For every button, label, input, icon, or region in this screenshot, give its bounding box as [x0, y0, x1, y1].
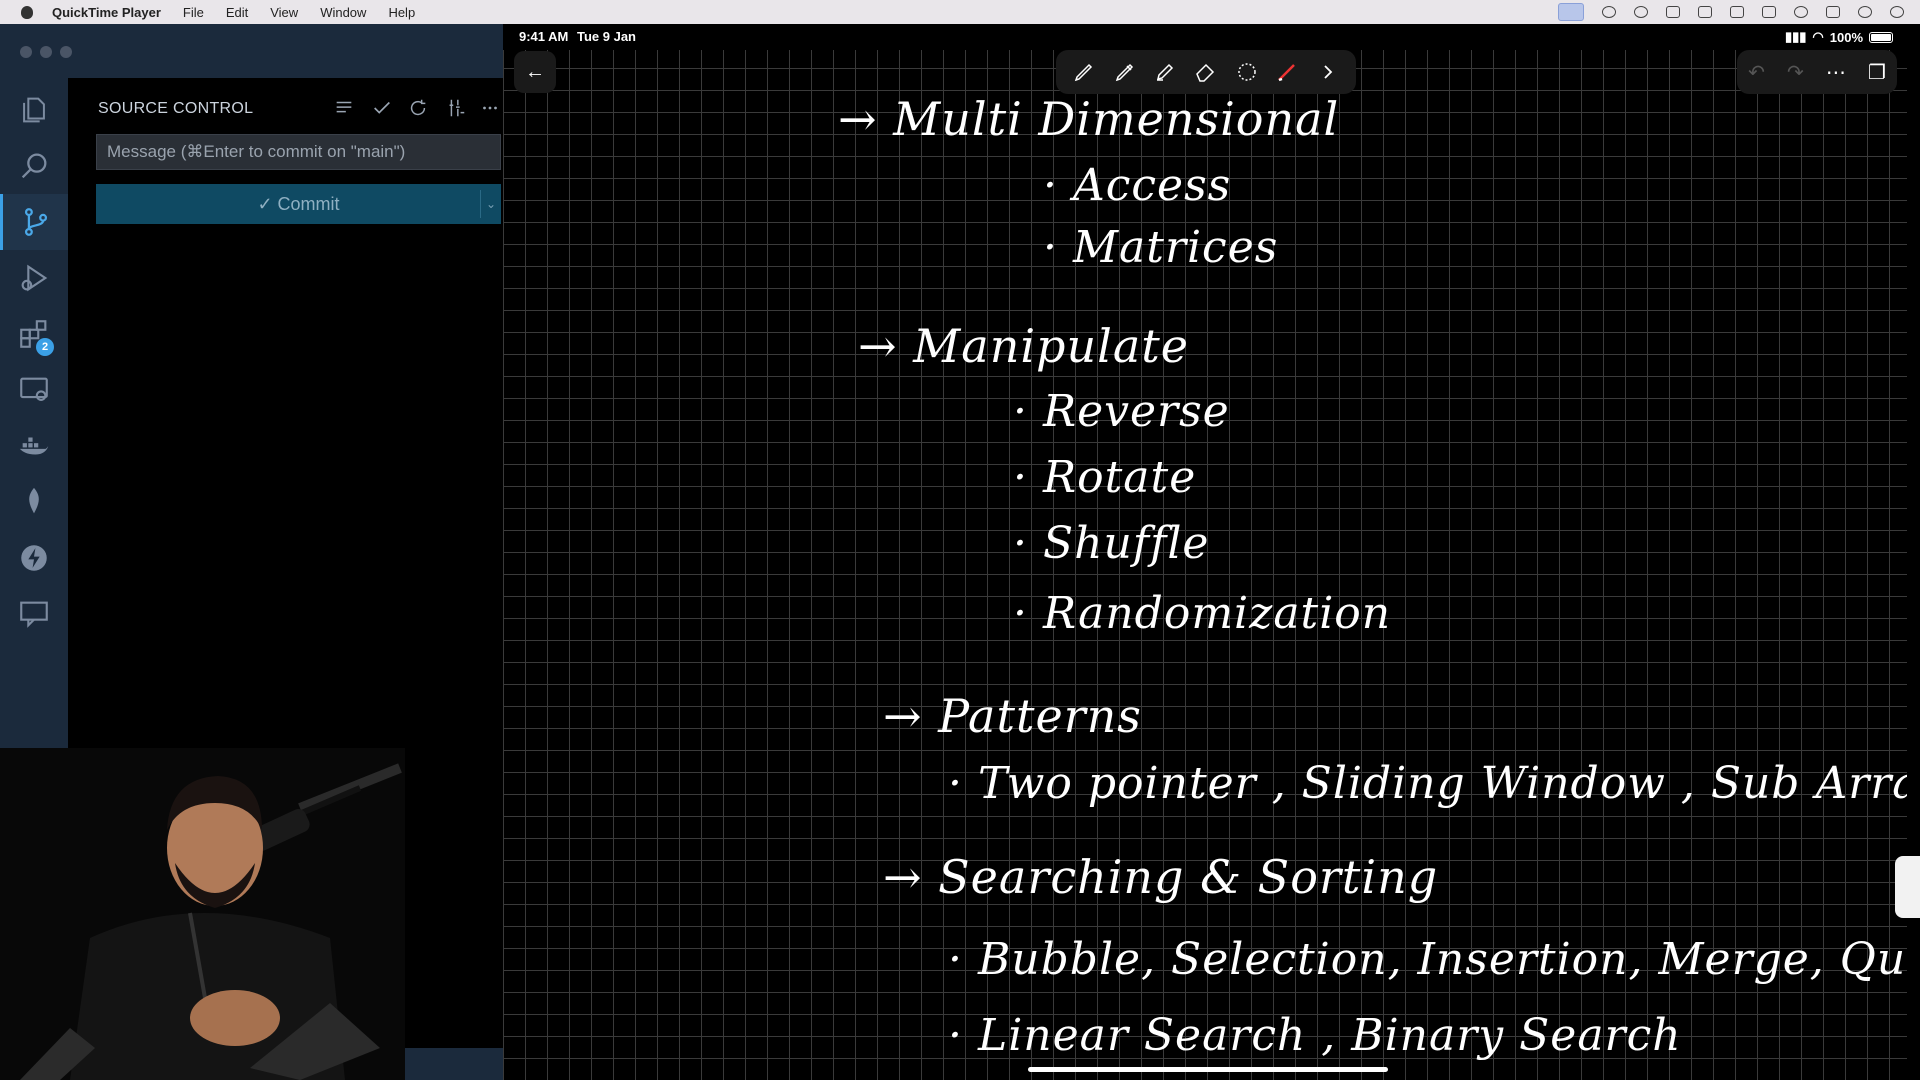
creative-cloud-icon[interactable] [1602, 6, 1616, 18]
note-reverse: · Reverse [1013, 386, 1230, 437]
commit-button-label: ✓ Commit [257, 193, 340, 214]
menu-edit[interactable]: Edit [226, 5, 248, 20]
bluetooth-icon[interactable] [1730, 6, 1744, 18]
note-shuffle: · Shuffle [1013, 518, 1210, 569]
minimize-button[interactable] [40, 46, 52, 58]
branch-graph-icon[interactable] [444, 96, 468, 120]
note-access: · Access [1043, 160, 1232, 211]
display-icon[interactable] [1762, 6, 1776, 18]
note-patterns: → Patterns [883, 689, 1142, 743]
menu-bar: QuickTime Player File Edit View Window H… [0, 0, 1920, 24]
home-indicator[interactable] [1028, 1067, 1388, 1072]
zoom-button[interactable] [60, 46, 72, 58]
control-center-icon[interactable] [1826, 6, 1840, 18]
screen-mirroring-icon[interactable] [1558, 3, 1584, 21]
note-searching-sorting: → Searching & Sorting [883, 850, 1439, 904]
note-multi-dimensional: → Multi Dimensional [838, 92, 1340, 146]
commit-message-input[interactable] [96, 134, 501, 170]
panel-title: SOURCE CONTROL [98, 100, 254, 117]
comments-icon[interactable] [0, 586, 68, 642]
notion-icon[interactable] [1666, 6, 1680, 18]
remote-explorer-icon[interactable] [0, 362, 68, 418]
menu-window[interactable]: Window [320, 5, 366, 20]
explorer-icon[interactable] [0, 82, 68, 138]
note-manipulate: → Manipulate [858, 319, 1189, 373]
clock-icon[interactable] [1890, 6, 1904, 18]
mongodb-leaf-icon[interactable] [0, 474, 68, 530]
note-matrices: · Matrices [1043, 222, 1279, 273]
refresh-icon[interactable] [406, 96, 430, 120]
commit-check-icon[interactable] [370, 96, 394, 120]
chevron-down-icon[interactable]: ⌄ [481, 184, 501, 224]
close-button[interactable] [20, 46, 32, 58]
grid-icon[interactable] [1698, 6, 1712, 18]
docker-icon[interactable] [0, 418, 68, 474]
thunder-client-icon[interactable] [0, 530, 68, 586]
extensions-icon[interactable]: 2 [0, 306, 68, 362]
run-debug-icon[interactable] [0, 250, 68, 306]
note-rotate: · Rotate [1013, 452, 1197, 503]
menu-file[interactable]: File [183, 5, 204, 20]
title-bar [0, 24, 505, 78]
extensions-badge: 2 [36, 338, 54, 356]
presenter-video [0, 748, 405, 1080]
wifi-icon[interactable] [1794, 6, 1808, 18]
note-patterns-list: · Two pointer , Sliding Window , Sub Arr… [948, 758, 1907, 809]
handwritten-notes: → Multi Dimensional · Access · Matrices … [503, 24, 1907, 1080]
search-icon[interactable] [0, 138, 68, 194]
menu-view[interactable]: View [270, 5, 298, 20]
siri-icon[interactable] [1858, 6, 1872, 18]
app-menu[interactable]: QuickTime Player [52, 5, 161, 20]
ipad-screen: 9:41 AM Tue 9 Jan ▮▮▮ ◠ 100% ← ↶ ↷ ⋯ ❐ →… [503, 24, 1907, 1080]
webcam-overlay [0, 748, 405, 1080]
note-search-algorithms: · Linear Search , Binary Search [948, 1010, 1682, 1061]
source-control-icon[interactable] [0, 194, 68, 250]
app-status-icon[interactable] [1634, 6, 1648, 18]
apple-icon[interactable] [20, 4, 34, 20]
more-actions-icon[interactable] [478, 96, 502, 120]
status-icons [1558, 3, 1904, 21]
view-as-tree-icon[interactable] [332, 96, 356, 120]
note-sorting-algorithms: · Bubble, Selection, Insertion, Merge, Q… [948, 934, 1907, 985]
note-randomization: · Randomization [1013, 588, 1392, 639]
stage-manager-tab[interactable] [1895, 856, 1920, 918]
commit-button[interactable]: ✓ Commit ⌄ [96, 184, 501, 224]
menu-help[interactable]: Help [388, 5, 415, 20]
